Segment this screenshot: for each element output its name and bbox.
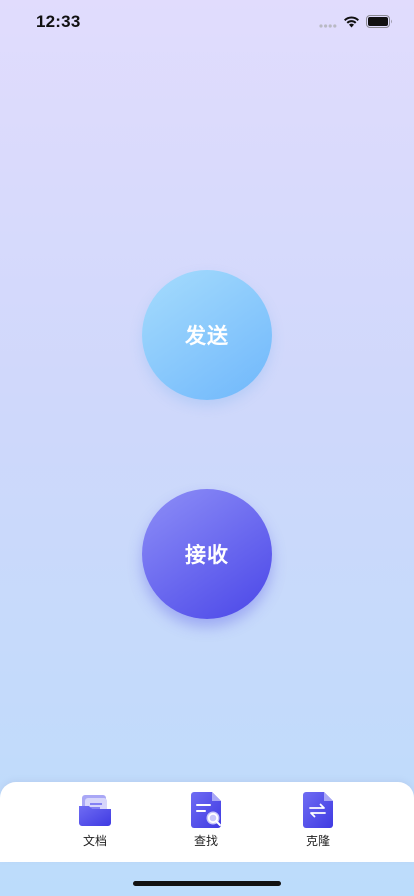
folder-icon (79, 795, 111, 826)
tab-clone[interactable]: 克隆 (283, 792, 353, 854)
tab-clone-label: 克隆 (305, 834, 330, 848)
tab-documents-label: 文档 (82, 834, 107, 848)
status-time: 12:33 (36, 12, 81, 31)
receive-button-label: 接收 (185, 543, 229, 567)
receive-button[interactable]: 接收 (142, 489, 272, 619)
send-button[interactable]: 发送 (142, 270, 272, 400)
signal-icon (319, 24, 337, 28)
transfer-document-icon (303, 792, 333, 828)
tab-documents[interactable]: 文档 (60, 792, 130, 854)
battery-icon (366, 15, 392, 28)
tab-find[interactable]: 查找 (171, 792, 241, 854)
home-indicator (133, 881, 281, 886)
wifi-icon (344, 16, 359, 28)
app-screen: 12:33 发送 接收 文档 查找 克隆 (0, 0, 414, 896)
tab-bar: 文档 查找 克隆 (0, 782, 414, 862)
tab-find-label: 查找 (193, 834, 218, 848)
search-document-icon (191, 792, 221, 828)
send-button-label: 发送 (185, 324, 229, 348)
status-bar: 12:33 (0, 0, 414, 44)
